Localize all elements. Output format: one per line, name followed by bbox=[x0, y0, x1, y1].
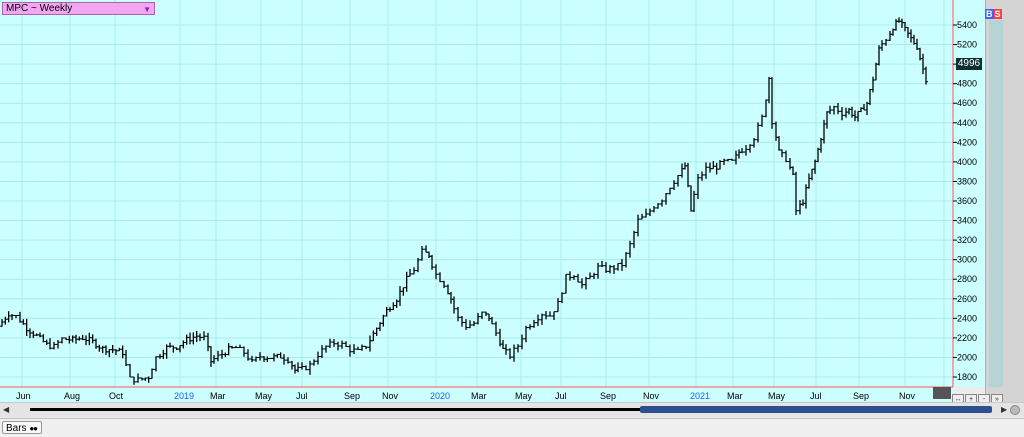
x-tick-label: Sep bbox=[600, 391, 616, 401]
x-tick-label: Jun bbox=[16, 391, 31, 401]
x-tick-label: 2020 bbox=[430, 391, 450, 401]
y-tick-label: 2200 bbox=[957, 333, 977, 343]
chart-window: 1800 2000 2200 2400 2600 2800 3000 3200 3400 3600… bbox=[0, 0, 1024, 437]
y-tick-label: 5200 bbox=[957, 40, 977, 50]
y-tick-label: 2600 bbox=[957, 294, 977, 304]
price-chart[interactable]: 1800 2000 2200 2400 2600 2800 3000 3200 3400 3600… bbox=[0, 0, 1024, 436]
x-tick-label: Mar bbox=[210, 391, 226, 401]
x-tick-label: Nov bbox=[899, 391, 916, 401]
y-tick-label: 1800 bbox=[957, 372, 977, 382]
x-tick-label: Oct bbox=[109, 391, 124, 401]
y-tick-label: 2800 bbox=[957, 274, 977, 284]
y-tick-label: 3000 bbox=[957, 255, 977, 265]
x-tick-label: Aug bbox=[64, 391, 80, 401]
y-tick-label: 3800 bbox=[957, 176, 977, 186]
y-tick-label: 2000 bbox=[957, 352, 977, 362]
x-tick-label: 2019 bbox=[174, 391, 194, 401]
x-tick-label: Sep bbox=[853, 391, 869, 401]
y-tick-label: 3400 bbox=[957, 216, 977, 226]
tab-options-icon[interactable]: ●● bbox=[29, 424, 38, 433]
symbol-selector[interactable]: MPC ~ Weekly ▼ bbox=[2, 2, 155, 15]
y-tick-label: 2400 bbox=[957, 313, 977, 323]
sell-badge[interactable]: S bbox=[993, 9, 1002, 19]
x-tick-label: May bbox=[515, 391, 533, 401]
y-tick-label: 4400 bbox=[957, 118, 977, 128]
y-tick-label: 4800 bbox=[957, 79, 977, 89]
x-tick-label: May bbox=[255, 391, 273, 401]
last-price-label: 4996 bbox=[956, 58, 982, 70]
scroll-thumb[interactable] bbox=[640, 406, 992, 413]
y-tick-label: 5400 bbox=[957, 20, 977, 30]
chart-tool-icons[interactable]: ↔ + -» bbox=[952, 388, 1004, 406]
x-tick-label: Mar bbox=[471, 391, 487, 401]
x-tick-label: Jul bbox=[296, 391, 308, 401]
dropdown-arrow-icon[interactable]: ▼ bbox=[143, 4, 151, 15]
buy-sell-badge[interactable]: BS bbox=[985, 9, 1002, 20]
horizontal-scrollbar[interactable]: ◀ ▶ bbox=[0, 402, 1024, 417]
y-tick-label: 4000 bbox=[957, 157, 977, 167]
y-tick-label: 4200 bbox=[957, 137, 977, 147]
x-tick-label: Nov bbox=[382, 391, 399, 401]
panel-strip bbox=[989, 20, 1003, 387]
y-tick-label: 3600 bbox=[957, 196, 977, 206]
status-bar: Bars ●● bbox=[0, 418, 1024, 437]
x-tick-label: 2021 bbox=[690, 391, 710, 401]
y-tick-label: 3200 bbox=[957, 235, 977, 245]
y-tick-label: 4600 bbox=[957, 98, 977, 108]
scroll-settings-icon[interactable] bbox=[1010, 405, 1020, 415]
x-tick-label: Mar bbox=[727, 391, 743, 401]
scroll-left-icon[interactable]: ◀ bbox=[3, 405, 9, 414]
axis-corner-box bbox=[933, 387, 951, 399]
scroll-right-icon[interactable]: ▶ bbox=[1001, 405, 1007, 414]
symbol-title: MPC ~ Weekly bbox=[6, 3, 73, 14]
x-tick-label: Sep bbox=[344, 391, 360, 401]
x-tick-label: Nov bbox=[643, 391, 660, 401]
right-side-panel bbox=[985, 0, 1024, 402]
x-tick-label: May bbox=[768, 391, 786, 401]
tab-bars[interactable]: Bars ●● bbox=[2, 421, 42, 434]
tab-bars-label: Bars bbox=[6, 423, 27, 434]
buy-badge[interactable]: B bbox=[985, 9, 994, 19]
x-tick-label: Jul bbox=[810, 391, 822, 401]
x-tick-label: Jul bbox=[555, 391, 567, 401]
